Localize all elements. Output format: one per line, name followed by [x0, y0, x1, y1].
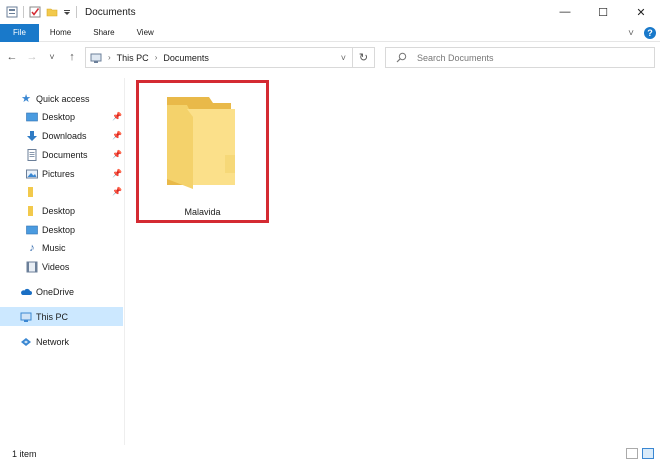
breadcrumb-separator-icon: ›: [108, 53, 111, 62]
sidebar-item-label: Network: [36, 336, 70, 347]
up-button[interactable]: ↑: [64, 46, 80, 68]
pin-icon[interactable]: 📌: [112, 187, 122, 196]
minimize-button[interactable]: —: [546, 0, 584, 24]
sidebar-item-label: Desktop: [42, 111, 76, 122]
back-button[interactable]: ←: [4, 46, 20, 68]
sidebar-item-documents[interactable]: Documents: [26, 145, 88, 164]
video-icon: [26, 261, 38, 272]
sidebar-item-label: OneDrive: [36, 286, 75, 297]
sidebar-item-downloads[interactable]: Downloads: [26, 126, 87, 145]
expand-ribbon-icon[interactable]: ˅: [628, 28, 634, 39]
folder-icon: [28, 205, 33, 216]
qat-divider: [23, 6, 24, 18]
sidebar-item-pictures[interactable]: Pictures: [26, 164, 75, 183]
checkmark-icon[interactable]: [29, 6, 41, 18]
large-icons-view-icon[interactable]: [642, 448, 654, 459]
folder-item-malavida[interactable]: Malavida: [136, 80, 269, 223]
up-arrow-icon: ↑: [69, 51, 75, 63]
dropdown-arrow-icon[interactable]: [63, 6, 71, 18]
help-icon[interactable]: ?: [644, 27, 656, 39]
quick-access-toolbar: [0, 6, 77, 18]
sidebar-item-label: Documents: [42, 149, 88, 160]
sidebar-item-label: Downloads: [42, 130, 87, 141]
maximize-icon: ☐: [598, 6, 608, 19]
sidebar-item-music[interactable]: ♪ Music: [26, 238, 66, 257]
refresh-icon: ↻: [358, 52, 369, 64]
desktop-icon: [26, 112, 38, 121]
breadcrumb-separator-icon: ›: [154, 53, 158, 62]
sidebar-item-label: Videos: [42, 261, 70, 272]
back-arrow-icon: ←: [6, 51, 18, 63]
sidebar-item-desktop-2[interactable]: Desktop: [26, 220, 75, 239]
sidebar-item-label: This PC: [36, 311, 69, 322]
refresh-button[interactable]: ↻: [353, 47, 375, 68]
pin-icon[interactable]: 📌: [112, 112, 122, 121]
sidebar-item-unnamed-folder[interactable]: [26, 182, 42, 201]
this-pc-icon: [20, 312, 32, 322]
forward-button[interactable]: →: [24, 46, 40, 68]
sidebar-item-label: Desktop: [42, 224, 76, 235]
sidebar-item-network[interactable]: Network: [20, 332, 69, 351]
document-icon: [27, 148, 37, 161]
details-view-icon[interactable]: [626, 448, 638, 459]
address-bar[interactable]: › This PC › Documents ˅: [85, 47, 353, 68]
tab-view[interactable]: View: [126, 24, 165, 42]
download-arrow-icon: [27, 130, 37, 141]
this-pc-icon: [90, 53, 102, 63]
window-title: Documents: [85, 6, 136, 18]
recent-locations-button[interactable]: ˅: [44, 46, 60, 68]
sidebar-item-label: Music: [42, 242, 66, 253]
folder-icon: [28, 186, 33, 197]
close-icon: ✕: [636, 6, 646, 19]
sidebar-item-this-pc[interactable]: This PC: [20, 307, 68, 326]
sidebar-item-label: Desktop: [42, 205, 76, 216]
pin-icon[interactable]: 📌: [112, 131, 122, 140]
pin-icon[interactable]: 📌: [112, 169, 122, 178]
title-bar: Documents — ☐ ✕: [0, 0, 660, 24]
ribbon-tabs: File Home Share View ˅ ?: [0, 23, 660, 42]
maximize-button[interactable]: ☐: [584, 0, 622, 24]
address-dropdown-icon[interactable]: ˅: [341, 53, 346, 63]
breadcrumb-this-pc[interactable]: This PC: [117, 53, 149, 63]
sidebar-item-desktop[interactable]: Desktop: [26, 107, 75, 126]
navigation-bar: ← → ˅ ↑ › This PC › Documents ˅ ↻ Search…: [0, 43, 660, 71]
tab-share[interactable]: Share: [82, 24, 125, 42]
search-input[interactable]: Search Documents: [417, 53, 494, 63]
breadcrumb-documents[interactable]: Documents: [163, 53, 209, 63]
window-controls: — ☐ ✕: [546, 0, 660, 24]
close-button[interactable]: ✕: [622, 0, 660, 24]
tab-home[interactable]: Home: [39, 24, 82, 42]
item-count: 1 item: [12, 449, 37, 459]
sidebar-item-quick-access[interactable]: ★ Quick access: [20, 89, 90, 108]
qat-divider: [76, 6, 77, 18]
cloud-icon: [21, 288, 32, 295]
sidebar-item-videos[interactable]: Videos: [26, 257, 69, 276]
properties-icon[interactable]: [6, 6, 18, 18]
status-bar: 1 item: [0, 445, 660, 463]
search-box[interactable]: Search Documents: [385, 47, 655, 68]
minimize-icon: —: [559, 6, 571, 18]
new-folder-icon[interactable]: [46, 6, 58, 18]
pictures-icon: [26, 169, 38, 178]
desktop-icon: [26, 225, 38, 234]
forward-arrow-icon: →: [26, 51, 38, 63]
folder-icon: [167, 97, 235, 189]
star-icon: ★: [21, 93, 31, 105]
tab-file[interactable]: File: [0, 23, 39, 42]
pin-icon[interactable]: 📌: [112, 150, 122, 159]
search-icon: [396, 52, 407, 63]
folder-name: Malavida: [184, 207, 221, 217]
sidebar-item-label: Quick access: [36, 93, 90, 104]
sidebar-item-label: Pictures: [42, 168, 75, 179]
music-note-icon: ♪: [29, 241, 35, 254]
network-icon: [21, 337, 31, 346]
chevron-down-icon: ˅: [49, 52, 55, 62]
sidebar-item-desktop-folder[interactable]: Desktop: [26, 201, 75, 220]
sidebar-item-onedrive[interactable]: OneDrive: [20, 282, 74, 301]
